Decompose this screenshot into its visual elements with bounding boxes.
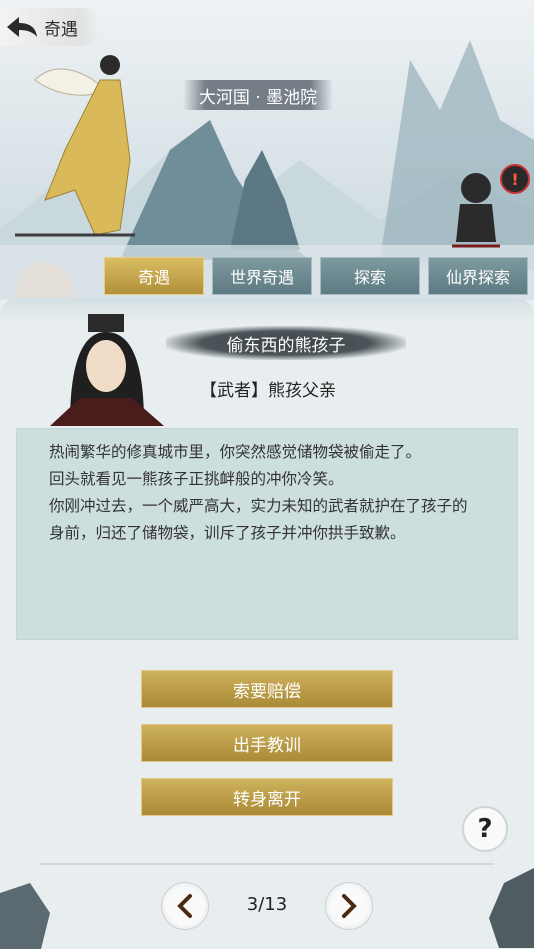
back-arrow-icon bbox=[0, 12, 44, 42]
tab-bar: 奇遇 世界奇遇 探索 仙界探索 bbox=[104, 257, 528, 295]
story-line: 回头就看见一熊孩子正挑衅般的冲你冷笑。 bbox=[49, 470, 344, 488]
npc-portrait bbox=[40, 314, 172, 426]
choice-demand-compensation-button[interactable]: 索要赔偿 bbox=[141, 670, 393, 708]
child-silhouette[interactable] bbox=[446, 166, 506, 256]
help-icon[interactable]: ? bbox=[462, 806, 508, 852]
divider bbox=[40, 863, 494, 865]
heroine-figure bbox=[15, 55, 135, 237]
npc-name: 【武者】熊孩父亲 bbox=[200, 381, 336, 401]
prev-page-button[interactable] bbox=[161, 882, 209, 930]
next-page-button[interactable] bbox=[325, 882, 373, 930]
choice-leave-button[interactable]: 转身离开 bbox=[141, 778, 393, 816]
page-title: 奇遇 bbox=[44, 19, 78, 40]
rock-decoration-left bbox=[0, 883, 50, 949]
page-indicator: 3/13 bbox=[246, 894, 288, 915]
tab-encounter[interactable]: 奇遇 bbox=[104, 257, 204, 295]
encounter-panel: 偷东西的熊孩子 【武者】熊孩父亲 热闹繁华的修真城市里，你突然感觉储物袋被偷走了… bbox=[0, 298, 534, 949]
encounter-title: 偷东西的熊孩子 bbox=[166, 326, 406, 360]
story-line: 身前，归还了储物袋，训斥了孩子并冲你拱手致歉。 bbox=[49, 524, 406, 542]
chevron-right-icon bbox=[342, 894, 357, 918]
chevron-left-icon bbox=[177, 894, 192, 918]
alert-icon[interactable]: ! bbox=[500, 164, 530, 194]
story-box: 热闹繁华的修真城市里，你突然感觉储物袋被偷走了。 回头就看见一熊孩子正挑衅般的冲… bbox=[16, 428, 518, 640]
choice-teach-lesson-button[interactable]: 出手教训 bbox=[141, 724, 393, 762]
location-label: 大河国 · 墨池院 bbox=[183, 80, 333, 110]
tab-immortal-explore[interactable]: 仙界探索 bbox=[428, 257, 528, 295]
story-line: 热闹繁华的修真城市里，你突然感觉储物袋被偷走了。 bbox=[49, 443, 422, 461]
story-line: 你刚冲过去，一个威严高大，实力未知的武者就护在了孩子的 bbox=[49, 497, 468, 515]
rock-decoration-right bbox=[489, 868, 534, 948]
tab-explore[interactable]: 探索 bbox=[320, 257, 420, 295]
back-button[interactable]: 奇遇 bbox=[0, 8, 100, 46]
scene-background: 奇遇 大河国 · 墨池院 ! 奇遇 世界奇遇 探索 仙界探索 bbox=[0, 0, 534, 300]
tab-world-encounter[interactable]: 世界奇遇 bbox=[212, 257, 312, 295]
